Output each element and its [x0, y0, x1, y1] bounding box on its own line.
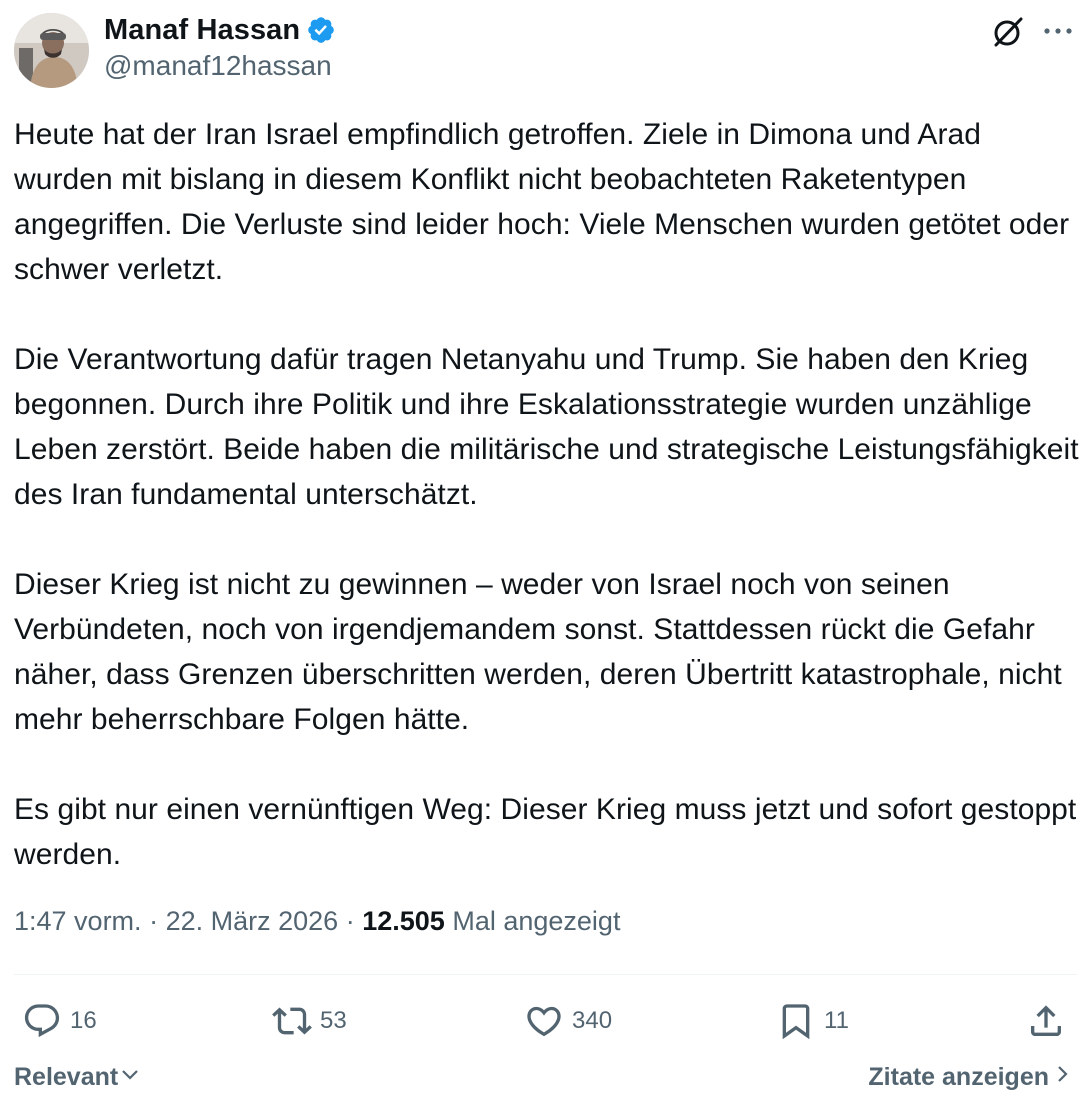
- tweet-text: Heute hat der Iran Israel empfindlich ge…: [14, 112, 1084, 877]
- author-display-name[interactable]: Manaf Hassan: [104, 14, 300, 47]
- bookmark-count: 11: [824, 1007, 849, 1034]
- reply-count: 16: [70, 1007, 97, 1034]
- tweet-paragraph: Dieser Krieg ist nicht zu gewinnen – wed…: [14, 568, 1062, 736]
- views-count: 12.505: [362, 906, 445, 936]
- chevron-right-icon: [1055, 1062, 1071, 1093]
- tweet-paragraph: Die Verantwortung dafür tragen Netanyahu…: [14, 343, 1079, 511]
- sort-label: Relevant: [14, 1063, 119, 1091]
- action-bar: 16 53 340 11: [0, 996, 1091, 1046]
- avatar-photo: [14, 13, 89, 88]
- repost-icon: [272, 1001, 312, 1041]
- like-button[interactable]: 340: [524, 996, 612, 1046]
- reply-button[interactable]: 16: [22, 996, 97, 1046]
- like-count: 340: [572, 1007, 613, 1034]
- repost-count: 53: [320, 1007, 347, 1034]
- bookmark-button[interactable]: 11: [776, 996, 849, 1046]
- tweet-time[interactable]: 1:47 vorm.: [14, 906, 142, 936]
- tweet-paragraph: Heute hat der Iran Israel empfindlich ge…: [14, 118, 1070, 286]
- tweet-date[interactable]: 22. März 2026: [166, 906, 339, 936]
- quotes-label: Zitate anzeigen: [868, 1063, 1049, 1091]
- author-handle[interactable]: @manaf12hassan: [104, 50, 332, 82]
- tweet-meta: 1:47 vorm. · 22. März 2026 · 12.505 Mal …: [14, 906, 620, 937]
- share-button[interactable]: [1026, 996, 1066, 1046]
- reply-icon: [22, 1001, 62, 1041]
- grok-icon[interactable]: [990, 14, 1026, 50]
- verified-badge-icon[interactable]: [306, 15, 336, 45]
- meta-separator: ·: [345, 906, 355, 936]
- share-icon: [1026, 1001, 1066, 1041]
- meta-separator: ·: [149, 906, 159, 936]
- repost-button[interactable]: 53: [272, 996, 347, 1046]
- tweet-paragraph: Es gibt nur einen vernünftigen Weg: Dies…: [14, 793, 1077, 871]
- author-name-row[interactable]: Manaf Hassan: [104, 12, 336, 48]
- sort-dropdown[interactable]: Relevant: [14, 1062, 142, 1093]
- view-quotes-link[interactable]: Zitate anzeigen: [868, 1062, 1071, 1093]
- avatar[interactable]: [14, 13, 89, 88]
- bookmark-icon: [776, 1001, 816, 1041]
- chevron-down-icon: [118, 1062, 142, 1093]
- more-dots-icon[interactable]: [1040, 16, 1076, 46]
- divider: [14, 974, 1077, 975]
- heart-icon: [524, 1001, 564, 1041]
- views-label: Mal angezeigt: [452, 906, 621, 936]
